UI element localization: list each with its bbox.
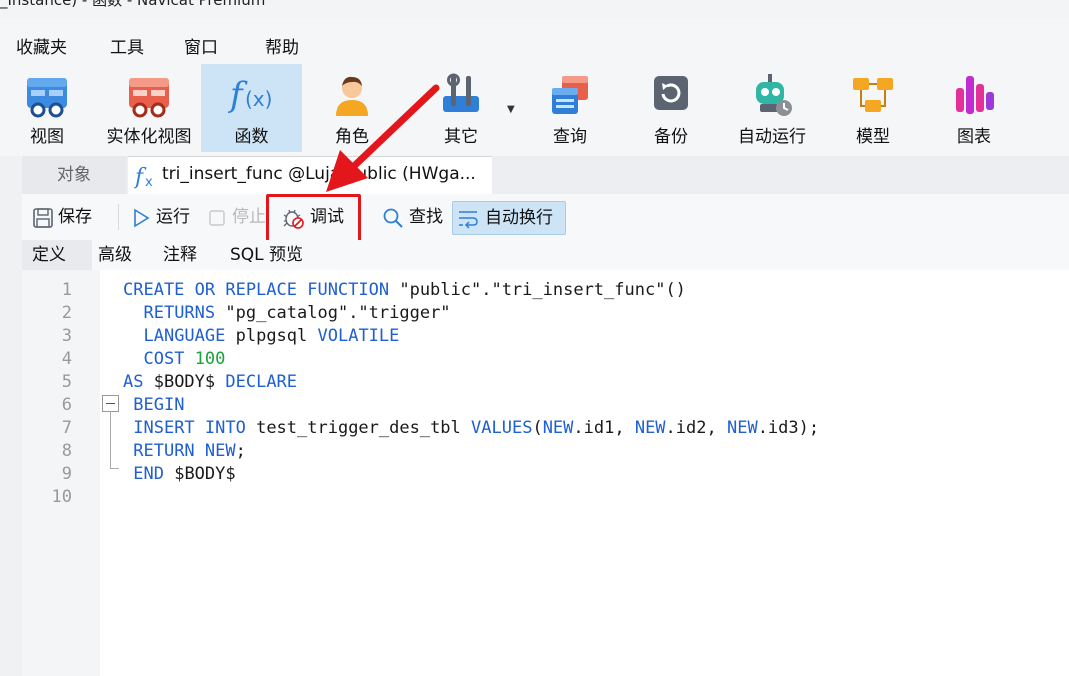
save-label: 保存 xyxy=(58,207,92,227)
code-line-6: BEGIN xyxy=(133,395,185,415)
word-wrap-toggle[interactable]: 自动换行 xyxy=(452,201,566,235)
line-number: 4 xyxy=(61,349,72,369)
tab-function-editor[interactable]: f x tri_insert_func @Luja.public (HWga..… xyxy=(128,156,492,195)
svg-text:x: x xyxy=(145,175,153,189)
ribbon-view-label: 视图 xyxy=(30,127,64,147)
line-number: 8 xyxy=(61,441,72,461)
code-line-8: RETURN NEW; xyxy=(133,441,246,461)
find-label: 查找 xyxy=(409,207,443,227)
menu-help[interactable]: 帮助 xyxy=(265,33,299,58)
code-line-3: LANGUAGE plpgsql VOLATILE xyxy=(143,326,400,346)
tab-objects[interactable]: 对象 xyxy=(22,156,126,194)
query-icon xyxy=(552,76,588,114)
ribbon-materialized-view-button[interactable]: 实体化视图 xyxy=(100,64,198,152)
ribbon-materialized-view-label: 实体化视图 xyxy=(106,127,192,147)
ribbon-function-button[interactable]: f (x) 函数 xyxy=(201,64,302,152)
code-line-5: AS $BODY$ DECLARE xyxy=(123,372,298,392)
function-tab-icon: f x xyxy=(134,165,153,189)
save-button[interactable]: 保存 xyxy=(30,201,110,233)
ribbon-model-button[interactable]: 模型 xyxy=(830,64,916,152)
ribbon-others-button[interactable]: 其它 xyxy=(418,64,504,152)
fold-guide-end xyxy=(110,468,119,469)
search-icon xyxy=(383,208,403,228)
code-line-9: END $BODY$ xyxy=(133,464,236,484)
ribbon-role-button[interactable]: 角色 xyxy=(310,64,394,152)
view-icon xyxy=(27,78,67,118)
function-tab-title: tri_insert_func @Luja.public (HWga... xyxy=(162,164,476,184)
ribbon-role-label: 角色 xyxy=(335,127,369,147)
line-number: 6 xyxy=(61,395,72,415)
ribbon-model-label: 模型 xyxy=(856,127,890,147)
ribbon-query-button[interactable]: 查询 xyxy=(527,64,613,152)
navigation-pane-edge xyxy=(0,156,22,676)
toolbar-divider xyxy=(118,204,119,230)
ribbon-view-button[interactable]: 视图 xyxy=(4,64,90,152)
run-label: 运行 xyxy=(156,207,190,227)
automation-icon xyxy=(756,74,792,116)
svg-text:(x): (x) xyxy=(245,87,272,111)
ribbon-automation-button[interactable]: 自动运行 xyxy=(728,64,816,152)
function-icon: f (x) xyxy=(228,75,272,115)
ribbon-chart-label: 图表 xyxy=(957,127,991,147)
code-line-1: CREATE OR REPLACE FUNCTION "public"."tri… xyxy=(123,280,686,300)
ribbon-automation-label: 自动运行 xyxy=(738,127,806,147)
fold-guide xyxy=(110,411,111,468)
line-number: 7 xyxy=(61,418,72,438)
document-tab-bar: 对象 f x tri_insert_func @Luja.public (HWg… xyxy=(22,156,1069,195)
sql-editor[interactable]: 1 2 3 4 5 6 7 8 9 10 CREATE OR REPLACE F… xyxy=(22,270,1069,676)
code-line-2: RETURNS "pg_catalog"."trigger" xyxy=(143,303,451,323)
ribbon-toolbar: 视图 实体化视图 f (x) 函数 角色 其它 ▼ 查询 备份 自动运行 模型 … xyxy=(0,64,1069,156)
menu-tools[interactable]: 工具 xyxy=(110,33,144,58)
ribbon-backup-label: 备份 xyxy=(654,127,688,147)
window-title-bar: _Instance) - 函数 - Navicat Premium xyxy=(0,0,1069,18)
menu-bar: 收藏夹 工具 窗口 帮助 xyxy=(0,18,1069,64)
chart-icon xyxy=(956,76,994,114)
code-line-4: COST 100 xyxy=(143,349,226,369)
tab-advanced[interactable]: 高级 xyxy=(98,240,132,270)
word-wrap-label: 自动换行 xyxy=(485,208,553,228)
tab-sql-preview[interactable]: SQL 预览 xyxy=(230,240,303,270)
backup-icon xyxy=(654,76,688,110)
editor-sub-tabs: 定义 高级 注释 SQL 预览 xyxy=(22,240,1069,270)
role-icon xyxy=(336,76,368,116)
tab-comment[interactable]: 注释 xyxy=(163,240,197,270)
others-icon xyxy=(443,73,479,112)
model-icon xyxy=(853,78,893,112)
code-line-7: INSERT INTO test_trigger_des_tbl VALUES(… xyxy=(133,418,820,438)
fold-toggle-icon[interactable] xyxy=(102,395,119,412)
line-number: 9 xyxy=(61,464,72,484)
materialized-view-icon xyxy=(129,78,169,118)
ribbon-chart-button[interactable]: 图表 xyxy=(930,64,1018,152)
menu-favorites[interactable]: 收藏夹 xyxy=(16,33,67,58)
run-button[interactable]: 运行 xyxy=(130,201,200,233)
ribbon-function-label: 函数 xyxy=(234,127,269,147)
line-number: 5 xyxy=(61,372,72,392)
find-button[interactable]: 查找 xyxy=(382,201,452,233)
others-dropdown-icon[interactable]: ▼ xyxy=(507,104,515,115)
tab-definition[interactable]: 定义 xyxy=(22,240,92,270)
window-title: _Instance) - 函数 - Navicat Premium xyxy=(0,0,266,9)
menu-window[interactable]: 窗口 xyxy=(184,33,218,58)
save-icon xyxy=(33,208,53,228)
run-icon xyxy=(134,208,150,228)
ribbon-backup-button[interactable]: 备份 xyxy=(628,64,714,152)
stop-icon xyxy=(209,210,225,226)
word-wrap-icon xyxy=(459,211,478,229)
stop-label: 停止 xyxy=(232,207,266,227)
editor-toolbar: 保存 运行 停止 调试 查找 自动换行 xyxy=(22,194,1069,240)
line-number-gutter: 1 2 3 4 5 6 7 8 9 10 xyxy=(22,270,100,676)
line-number: 3 xyxy=(61,326,72,346)
line-number: 2 xyxy=(61,303,72,323)
ribbon-others-label: 其它 xyxy=(444,127,478,147)
ribbon-query-label: 查询 xyxy=(553,127,587,147)
line-number: 10 xyxy=(51,487,72,507)
line-number: 1 xyxy=(61,280,72,300)
